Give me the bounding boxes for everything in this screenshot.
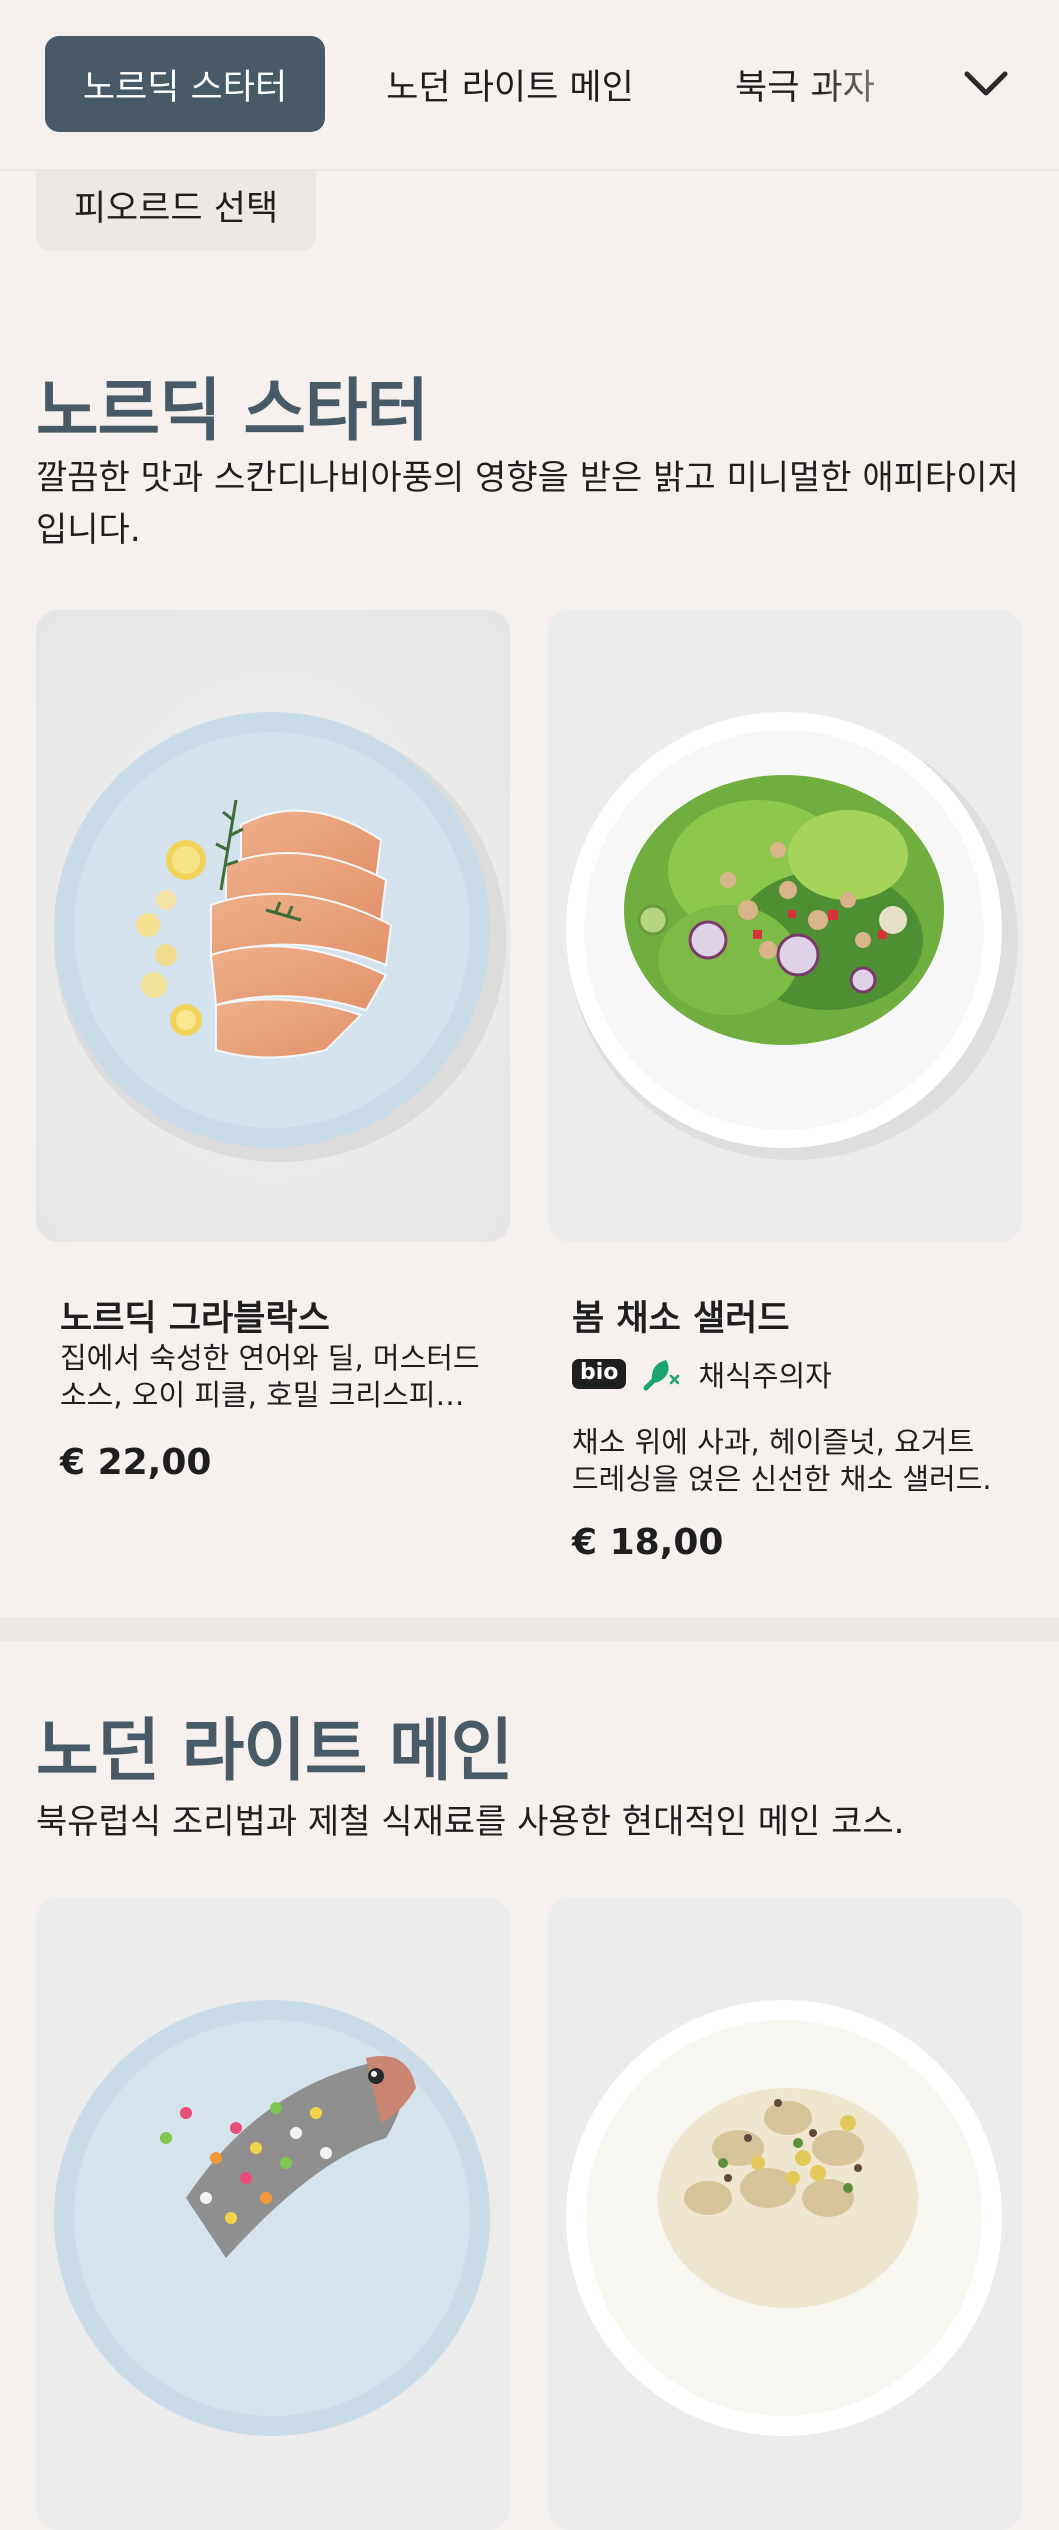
dish-image-fish-main[interactable] — [36, 1898, 510, 2530]
dish-image-mushroom-main[interactable] — [548, 1898, 1022, 2530]
dish-price: € 22,00 — [60, 1442, 212, 1483]
tab-nordic-starters[interactable]: 노르딕 스타터 — [45, 36, 325, 132]
section-description: 북유럽식 조리법과 제철 식재료를 사용한 현대적인 메인 코스. — [36, 1802, 905, 1842]
dish-description: 채소 위에 사과, 헤이즐넛, 요거트 드레싱을 얹은 신선한 채소 샐러드. — [572, 1425, 992, 1496]
dish-image-spring-salad[interactable] — [548, 610, 1022, 1242]
vegetarian-label: 채식주의자 — [698, 1359, 832, 1393]
tab-northern-light-mains[interactable]: 노던 라이트 메인 — [360, 36, 660, 132]
bio-badge: bio — [572, 1359, 627, 1389]
section-divider — [0, 1617, 1059, 1641]
filter-pill[interactable]: 피오르드 선택 — [36, 160, 316, 251]
tab-arctic-sweets[interactable]: 북극 과자 — [700, 36, 910, 132]
dish-image-gravlax[interactable] — [36, 610, 510, 1242]
dish-name[interactable]: 노르딕 그라블락스 — [60, 1290, 330, 1341]
dish-description: 집에서 숙성한 연어와 딜, 머스터드 소스, 오이 피클, 호밀 크리스피를 … — [60, 1341, 480, 1412]
leaf-drumstick-icon — [640, 1356, 684, 1392]
section-title: 노던 라이트 메인 — [36, 1712, 513, 1791]
chevron-down-icon[interactable] — [960, 58, 1012, 110]
dish-tags: bio 채식주의자 — [572, 1354, 832, 1394]
category-nav: 노르딕 스타터 노던 라이트 메인 북극 과자 — [0, 0, 1059, 171]
section-description: 깔끔한 맛과 스칸디나비아풍의 영향을 받은 밝고 미니멀한 애피타이저입니다. — [36, 458, 1019, 550]
section-title: 노르딕 스타터 — [36, 372, 429, 451]
dish-price: € 18,00 — [572, 1522, 724, 1563]
dish-name[interactable]: 봄 채소 샐러드 — [572, 1290, 790, 1341]
